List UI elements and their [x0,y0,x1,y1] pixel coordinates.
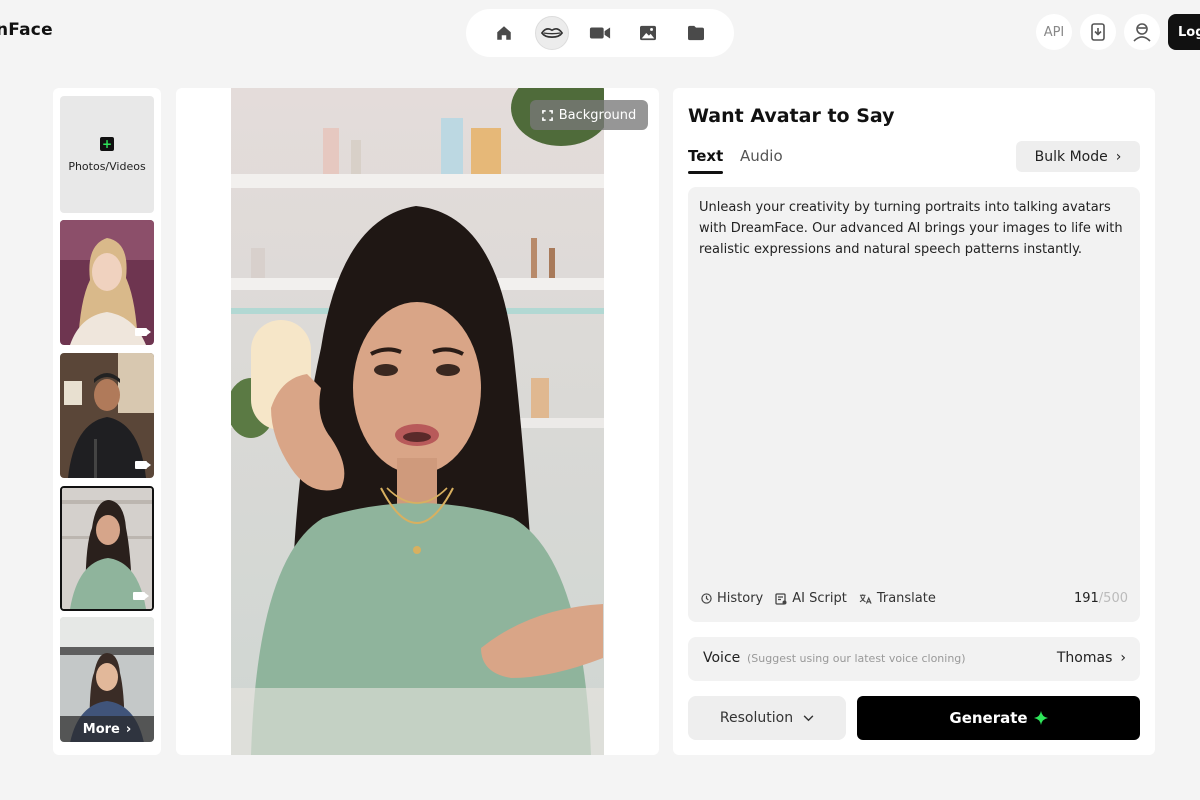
folder-icon [688,25,704,41]
translate-icon [859,593,872,604]
tab-audio[interactable]: Audio [740,147,783,165]
video-badge-icon [135,461,151,469]
chevron-right-icon: › [125,721,132,737]
video-badge-icon [135,328,151,336]
script-text[interactable]: Unleash your creativity by turning portr… [699,197,1131,260]
generate-label: Generate [949,709,1028,727]
more-avatars-button[interactable]: More › [60,716,154,742]
character-max: /500 [1098,591,1128,606]
ai-script-button[interactable]: AI Script [775,591,847,606]
chevron-right-icon: › [1115,148,1122,165]
avatar-video-preview[interactable] [231,88,604,755]
lips-icon [541,28,563,38]
character-count: 191 [1073,591,1099,606]
avatar-profile-button[interactable] [1124,14,1160,50]
character-counter: 191/500 [1074,591,1128,606]
panel-title: Want Avatar to Say [688,105,895,127]
video-badge-icon [133,592,149,600]
chevron-down-icon [803,714,814,721]
more-label: More [82,721,120,737]
tab-text[interactable]: Text [688,147,724,174]
ai-script-label: AI Script [792,591,847,606]
bulk-mode-label: Bulk Mode [1034,148,1108,165]
avatar-thumbnail-3-selected[interactable] [60,486,154,611]
login-button[interactable]: Log [1168,14,1200,50]
chevron-right-icon: › [1120,650,1126,666]
history-label: History [717,591,764,606]
ai-script-icon [775,592,787,605]
api-button[interactable]: API [1036,14,1072,50]
avatar-preview-image [231,88,604,755]
download-app-button[interactable] [1080,14,1116,50]
voice-name: Thomas [1056,650,1113,666]
phone-download-icon [1091,23,1105,41]
video-camera-icon [589,27,611,39]
upload-label: Photos/Videos [68,159,146,173]
clock-icon [701,593,712,604]
video-preview-panel: Background [176,88,659,755]
voice-hint: (Suggest using our latest voice cloning) [747,652,966,665]
avatar-thumbnail-image [62,488,152,609]
sparkle-icon [1033,711,1048,725]
script-textarea[interactable]: Unleash your creativity by turning portr… [688,187,1140,622]
home-icon [497,26,511,40]
brand-logo: nFace [0,20,53,40]
avatar-thumbnail-image [60,353,154,478]
expand-icon [541,109,553,121]
avatar-thumbnail-list: + Photos/Videos More › [53,88,161,755]
avatar-thumbnail-2[interactable] [60,353,154,478]
nav-home[interactable] [487,16,521,50]
upload-photos-videos-button[interactable]: + Photos/Videos [60,96,154,213]
resolution-label: Resolution [719,710,794,726]
history-button[interactable]: History [701,591,763,606]
top-navigation [466,9,734,57]
background-label: Background [558,107,637,123]
avatar-thumbnail-4[interactable]: More › [60,617,154,742]
script-tools: History AI Script Translate [701,591,936,606]
nav-folder[interactable] [679,16,713,50]
avatar-thumbnail-image [60,220,154,345]
avatar-thumbnail-1[interactable] [60,220,154,345]
voice-selector[interactable]: Voice (Suggest using our latest voice cl… [688,637,1140,681]
background-button[interactable]: Background [530,100,648,130]
nav-video[interactable] [583,16,617,50]
user-avatar-icon [1133,23,1151,42]
resolution-dropdown[interactable]: Resolution [688,696,846,740]
plus-icon: + [100,136,114,151]
script-panel: Want Avatar to Say Text Audio Bulk Mode … [673,88,1155,755]
image-icon [640,25,656,41]
bulk-mode-button[interactable]: Bulk Mode › [1016,141,1140,172]
translate-button[interactable]: Translate [859,591,936,606]
voice-value: Thomas › [1057,650,1126,666]
nav-image[interactable] [631,16,665,50]
voice-label: Voice [703,650,741,666]
translate-label: Translate [876,591,936,606]
generate-button[interactable]: Generate [857,696,1140,740]
nav-lip-sync[interactable] [535,16,569,50]
